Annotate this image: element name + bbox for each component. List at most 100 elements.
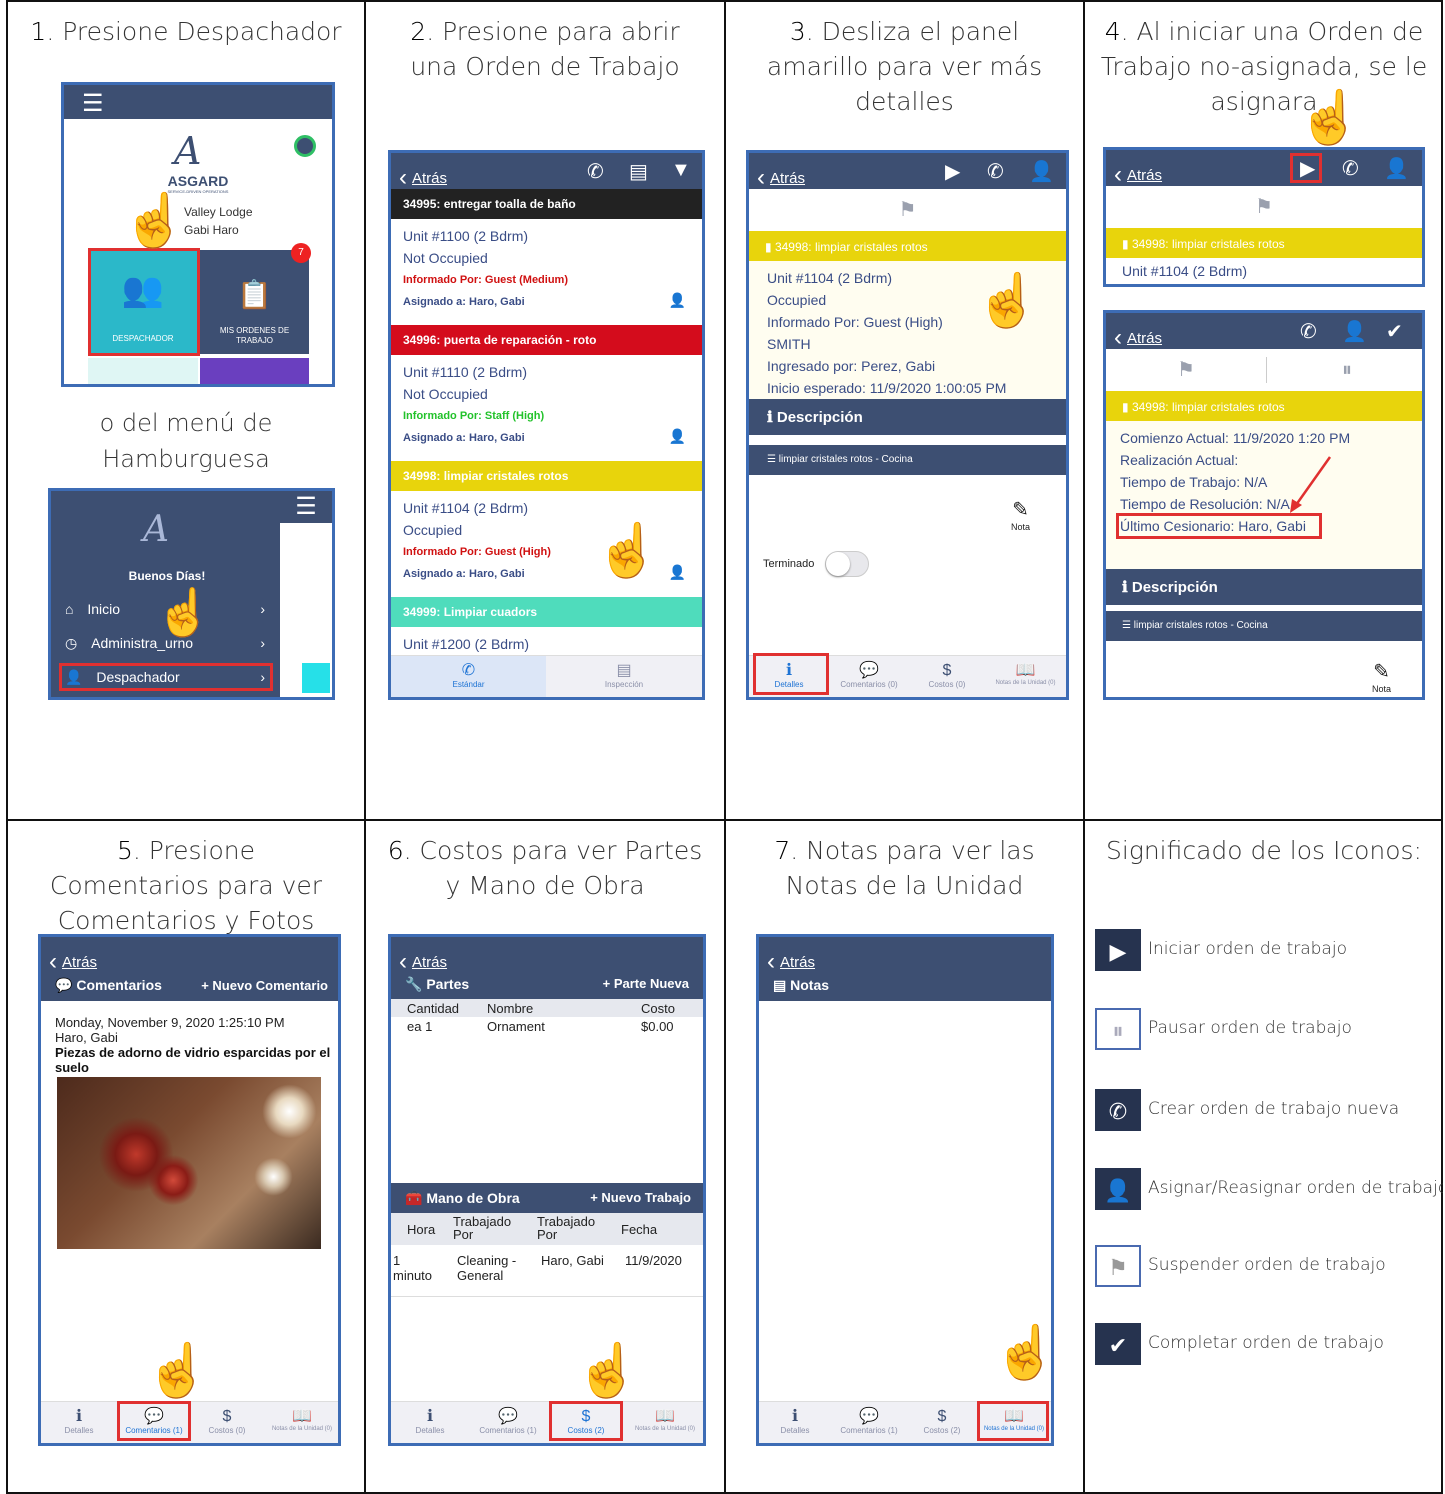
assigned-user-icon[interactable]: 👤 [669, 561, 686, 583]
hamburger-icon[interactable]: ☰ [82, 89, 104, 118]
play-icon: ▶ [1095, 929, 1141, 971]
list-filter-icon[interactable]: ▤ [629, 159, 648, 184]
order-card[interactable]: 34999: Limpiar cuadors Unit #1200 (2 Bdrm… [391, 597, 702, 657]
new-call-icon[interactable]: ✆ [1342, 156, 1359, 181]
back-link[interactable]: Atrás [1114, 159, 1162, 187]
filter-icon[interactable]: ▼ [671, 159, 691, 182]
labor-row[interactable]: 1 minuto Cleaning - General Haro, Gabi 1… [391, 1249, 703, 1297]
info-icon: ℹ [75, 1408, 83, 1425]
description-header[interactable]: ℹ Descripción [1106, 569, 1422, 605]
flag-icon[interactable]: ⚑ [1106, 349, 1266, 391]
assign-user-icon: 👤 [1095, 1168, 1141, 1210]
flag-icon[interactable]: ⚑ [1106, 186, 1422, 228]
parts-header: 🔧 Partes + Parte Nueva [391, 969, 703, 999]
notes-topbar: Atrás [759, 937, 1051, 971]
tab-comments[interactable]: 💬 Comentarios (1) [831, 1402, 907, 1443]
tab-standard[interactable]: ✆ Estándar [391, 656, 546, 697]
started-order-screen: Atrás ▶ ✆ 👤 ⚑ ▮ 34998: limpiar cristales… [1103, 147, 1425, 287]
back-link[interactable]: Atrás [399, 162, 447, 190]
order-card[interactable]: 34996: puerta de reparación - roto Unit #… [391, 325, 702, 461]
note-button[interactable]: ✎ Nota [1372, 659, 1391, 694]
cost-icon: $ [942, 662, 952, 679]
info-icon: ℹ [791, 1408, 799, 1425]
tab-details[interactable]: ℹ Detalles [41, 1402, 117, 1443]
new-call-icon[interactable]: ✆ [587, 159, 604, 184]
col-worked-by: Trabajado Por [537, 1214, 596, 1242]
step-7-cell: 7. Notas para ver las Notas de la Unidad… [726, 821, 1083, 1494]
tab-costs[interactable]: $ Costos (0) [191, 1402, 263, 1443]
order-card[interactable]: 34995: entregar toalla de baño Unit #1100… [391, 189, 702, 325]
pointing-hand-icon: ☝ [595, 522, 660, 580]
book-icon: 📖 [655, 1408, 675, 1425]
labor-header: 🧰 Mano de Obra + Nuevo Trabajo [391, 1183, 703, 1213]
instruction-grid: 1. Presione Despachador ☰ A ASGARD SERVI… [6, 0, 1443, 1494]
icon-legend-cell: Significado de los Iconos: ▶ Iniciar ord… [1085, 821, 1443, 1494]
pause-icon[interactable]: ⏸ [1267, 349, 1422, 391]
assign-user-icon[interactable]: 👤 [1342, 319, 1367, 344]
flag-icon[interactable]: ⚑ [749, 189, 1066, 231]
new-comment-button[interactable]: + Nuevo Comentario [201, 978, 328, 993]
tab-inspection[interactable]: ▤ Inspección [546, 656, 702, 697]
info-icon: ℹ [767, 409, 777, 426]
new-part-button[interactable]: + Parte Nueva [603, 976, 689, 991]
document-icon: ▮ [1122, 400, 1132, 414]
back-link[interactable]: Atrás [757, 162, 805, 190]
legend-text: Asignar/Reasignar orden de trabajo [1148, 1178, 1443, 1198]
new-labor-button[interactable]: + Nuevo Trabajo [590, 1190, 691, 1205]
description-header[interactable]: ℹ Descripción [749, 399, 1066, 435]
chevron-right-icon: › [260, 635, 265, 651]
play-icon[interactable]: ▶ [945, 159, 960, 184]
tab-notes[interactable]: 📖 Notas de la Unidad (0) [625, 1402, 703, 1443]
terminado-toggle[interactable] [825, 551, 869, 577]
assign-user-icon[interactable]: 👤 [1029, 159, 1054, 184]
tab-details[interactable]: ℹ Detalles [759, 1402, 831, 1443]
order-details-panel: Comienzo Actual: 11/9/2020 1:20 PM Reali… [1106, 421, 1422, 569]
note-button[interactable]: ✎ Nota [1011, 497, 1030, 532]
step-7-title: 7. Notas para ver las Notas de la Unidad [774, 836, 1035, 900]
step-3-title: 3. Desliza el panel amarillo para ver má… [766, 17, 1043, 116]
tab-comments[interactable]: 💬 Comentarios (1) [469, 1402, 547, 1443]
info-icon: ℹ [1122, 579, 1132, 596]
order-occ: Not Occupied [403, 386, 488, 402]
back-link[interactable]: Atrás [1114, 322, 1162, 350]
tab-costs[interactable]: $ Costos (2) [907, 1402, 977, 1443]
assigned-user-icon[interactable]: 👤 [669, 425, 686, 447]
pointing-hand-icon: ☝ [1297, 89, 1362, 147]
detail-line: Tiempo de Resolución: N/A [1120, 496, 1290, 512]
cell: $0.00 [641, 1019, 674, 1034]
order-occ: Not Occupied [403, 250, 488, 266]
comments-topbar: Atrás [41, 937, 338, 971]
menu-overlay-content: ☰ [280, 491, 332, 697]
notification-badge: 7 [291, 243, 311, 263]
assign-user-icon[interactable]: 👤 [1384, 156, 1409, 181]
order-list-screen: Atrás ✆ ▤ ▼ 34995: entregar toalla de ba… [388, 150, 705, 700]
highlight-box [977, 1401, 1049, 1441]
tab-notes[interactable]: 📖 Notas de la Unidad (0) [263, 1402, 338, 1443]
tab-comments[interactable]: 💬 Comentarios (0) [827, 656, 911, 697]
asgard-logo-icon: A [143, 509, 169, 550]
check-icon[interactable]: ✔ [1386, 319, 1403, 344]
assigned-topbar: Atrás ✆ 👤 ✔ [1106, 313, 1422, 349]
highlight-box [1116, 513, 1322, 539]
assigned-user-icon[interactable]: 👤 [669, 289, 686, 311]
tab-details[interactable]: ℹ Detalles [391, 1402, 469, 1443]
new-call-icon[interactable]: ✆ [987, 159, 1004, 184]
wrench-icon: 🔧 [405, 976, 427, 992]
order-card-header: 34999: Limpiar cuadors [391, 597, 702, 627]
detail-topbar: Atrás ▶ ✆ 👤 [749, 153, 1066, 189]
order-unit: Unit #1104 (2 Bdrm) [403, 500, 529, 516]
hamburger-icon[interactable]: ☰ [280, 491, 332, 523]
list-icon: ☰ [767, 454, 779, 465]
comments-icon: 💬 [55, 977, 77, 993]
new-call-icon[interactable]: ✆ [1300, 319, 1317, 344]
flag-icon: ⚑ [1095, 1245, 1141, 1287]
toggle-knob [826, 552, 850, 576]
comment-photo[interactable] [57, 1077, 321, 1249]
step-4-title: 4. Al iniciar una Orden de Trabajo no-as… [1100, 17, 1428, 116]
parts-row[interactable]: ea 1 Ornament $0.00 [391, 1017, 703, 1035]
order-asig: Asignado a: Haro, Gabi [403, 432, 525, 444]
my-orders-tile[interactable]: 📋 MIS ORDENES DE TRABAJO [200, 250, 309, 354]
clock-icon[interactable] [294, 135, 316, 157]
tab-costs[interactable]: $ Costos (0) [911, 656, 983, 697]
tab-notes[interactable]: 📖 Notas de la Unidad (0) [983, 656, 1066, 697]
